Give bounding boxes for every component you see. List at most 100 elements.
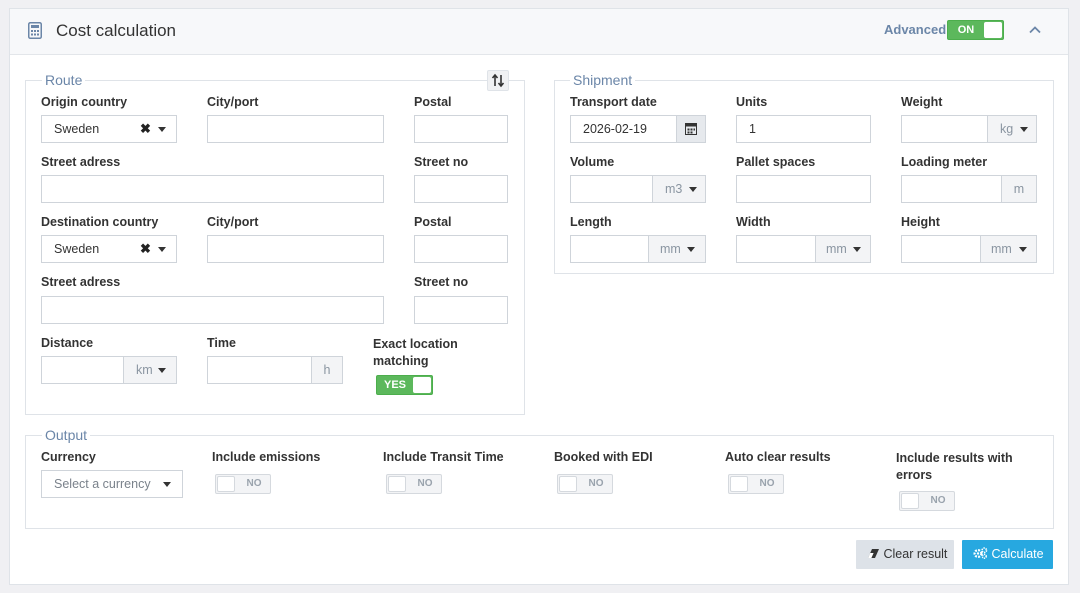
time-unit: h (311, 356, 343, 384)
dest-street-no-label: Street no (414, 275, 469, 289)
dest-street-label: Street adress (41, 275, 121, 289)
dest-postal-label: Postal (414, 215, 452, 229)
caret-down-icon (158, 247, 166, 252)
toggle-knob (559, 476, 577, 492)
volume-label: Volume (570, 155, 615, 169)
height-unit-select[interactable]: mm (980, 235, 1037, 263)
eraser-icon (868, 549, 879, 558)
clear-result-button[interactable]: Clear result (856, 540, 954, 569)
length-input[interactable] (570, 235, 649, 263)
distance-unit-select[interactable]: km (123, 356, 177, 384)
origin-street-no-input[interactable] (414, 175, 508, 203)
transport-date-label: Transport date (570, 95, 657, 109)
time-input[interactable] (207, 356, 312, 384)
width-unit-select[interactable]: mm (815, 235, 871, 263)
output-legend: Output (42, 427, 91, 443)
toggle-knob (388, 476, 406, 492)
caret-down-icon (158, 368, 166, 373)
chevron-up-icon[interactable] (1028, 23, 1042, 37)
auto-clear-label: Auto clear results (725, 450, 831, 464)
caret-down-icon (687, 247, 695, 252)
origin-street-no-label: Street no (414, 155, 469, 169)
length-unit-select[interactable]: mm (648, 235, 706, 263)
include-errors-label: Include results with errors (896, 451, 1013, 482)
calendar-button[interactable] (676, 115, 706, 143)
exact-match-toggle[interactable]: YES (376, 375, 433, 395)
toggle-knob (901, 493, 919, 509)
toggle-knob (984, 22, 1002, 38)
width-input[interactable] (736, 235, 816, 263)
include-errors-toggle[interactable]: NO (899, 491, 955, 511)
exact-match-label: Exact location matching (373, 337, 458, 368)
transit-time-toggle[interactable]: NO (386, 474, 442, 494)
caret-down-icon (158, 127, 166, 132)
transit-time-label: Include Transit Time (383, 450, 504, 464)
swap-route-button[interactable] (487, 70, 509, 91)
origin-postal-label: Postal (414, 95, 452, 109)
origin-city-input[interactable] (207, 115, 384, 143)
caret-down-icon (689, 187, 697, 192)
calculate-button[interactable]: Calculate (962, 540, 1053, 569)
units-label: Units (736, 95, 768, 109)
toggle-knob (413, 377, 431, 393)
caret-down-icon (1019, 247, 1027, 252)
currency-label: Currency (41, 450, 96, 464)
origin-postal-input[interactable] (414, 115, 508, 143)
loading-meter-unit: m (1001, 175, 1037, 203)
distance-input[interactable] (41, 356, 124, 384)
length-label: Length (570, 215, 612, 229)
volume-unit-select[interactable]: m3 (652, 175, 706, 203)
origin-street-input[interactable] (41, 175, 384, 203)
pallet-input[interactable] (736, 175, 871, 203)
distance-label: Distance (41, 336, 94, 350)
clear-icon[interactable]: ✖ (140, 116, 151, 142)
emissions-toggle[interactable]: NO (215, 474, 271, 494)
caret-down-icon (163, 482, 171, 487)
page-title: Cost calculation (56, 21, 177, 40)
calendar-icon (685, 123, 697, 135)
dest-street-input[interactable] (41, 296, 384, 324)
pallet-label: Pallet spaces (736, 155, 816, 169)
dest-country-label: Destination country (41, 215, 159, 229)
edi-label: Booked with EDI (554, 450, 653, 464)
clear-icon[interactable]: ✖ (140, 236, 151, 262)
panel-header: Cost calculation Advanced ON (10, 9, 1068, 55)
origin-street-label: Street adress (41, 155, 121, 169)
advanced-toggle[interactable]: ON (947, 20, 1004, 40)
weight-label: Weight (901, 95, 943, 109)
toggle-knob (217, 476, 235, 492)
dest-city-input[interactable] (207, 235, 384, 263)
loading-meter-input[interactable] (901, 175, 1002, 203)
shipment-legend: Shipment (570, 72, 636, 88)
width-label: Width (736, 215, 771, 229)
toggle-knob (730, 476, 748, 492)
dest-postal-input[interactable] (414, 235, 508, 263)
time-label: Time (207, 336, 236, 350)
volume-input[interactable] (570, 175, 653, 203)
emissions-label: Include emissions (212, 450, 321, 464)
calculator-icon (28, 22, 42, 39)
advanced-label: Advanced (884, 22, 947, 37)
route-legend: Route (42, 72, 86, 88)
swap-vertical-icon (491, 73, 505, 88)
dest-city-label: City/port (207, 215, 259, 229)
dest-street-no-input[interactable] (414, 296, 508, 324)
caret-down-icon (853, 247, 861, 252)
loading-meter-label: Loading meter (901, 155, 988, 169)
auto-clear-toggle[interactable]: NO (728, 474, 784, 494)
dest-country-select[interactable]: Sweden ✖ (41, 235, 177, 263)
transport-date-input[interactable]: 2026-02-19 (570, 115, 677, 143)
origin-country-select[interactable]: Sweden ✖ (41, 115, 177, 143)
gears-icon (973, 547, 988, 559)
units-input[interactable]: 1 (736, 115, 871, 143)
origin-city-label: City/port (207, 95, 259, 109)
caret-down-icon (1020, 127, 1028, 132)
edi-toggle[interactable]: NO (557, 474, 613, 494)
height-input[interactable] (901, 235, 981, 263)
origin-country-label: Origin country (41, 95, 128, 109)
weight-input[interactable] (901, 115, 988, 143)
currency-select[interactable]: Select a currency (41, 470, 183, 498)
weight-unit-select[interactable]: kg (987, 115, 1037, 143)
height-label: Height (901, 215, 940, 229)
cost-calculation-panel: Cost calculation Advanced ON Route Origi… (9, 8, 1069, 585)
